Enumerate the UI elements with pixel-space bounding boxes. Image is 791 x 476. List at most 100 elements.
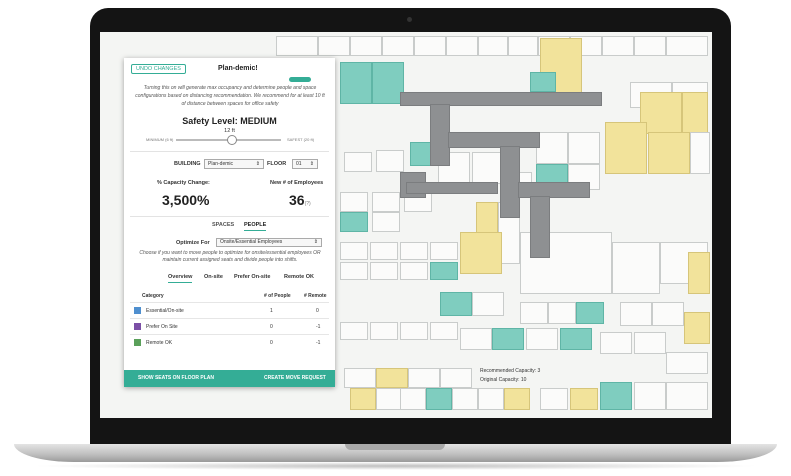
new-employees-count: 36(?)	[289, 192, 311, 208]
floor-plan-room[interactable]	[478, 388, 504, 410]
floor-plan-room[interactable]	[536, 132, 568, 164]
floor-plan-corridor	[448, 132, 540, 148]
floor-plan-room[interactable]	[526, 328, 558, 350]
table-row[interactable]: Prefer On Site 0 -1	[130, 318, 329, 335]
floor-plan-room[interactable]	[408, 368, 440, 388]
distance-slider-handle[interactable]	[227, 135, 237, 145]
floor-plan-room[interactable]	[634, 382, 666, 410]
floor-plan-room[interactable]	[340, 212, 368, 232]
floor-plan-room[interactable]	[690, 132, 710, 174]
floor-plan-room[interactable]	[400, 262, 428, 280]
floor-plan-room[interactable]	[570, 388, 598, 410]
floor-plan-room[interactable]	[605, 122, 647, 174]
floor-plan-room[interactable]	[666, 352, 708, 374]
floor-plan-room[interactable]	[318, 36, 350, 56]
floor-plan-room[interactable]	[682, 92, 708, 134]
floor-plan-room[interactable]	[520, 302, 548, 324]
undo-changes-button[interactable]: UNDO CHANGES	[131, 64, 186, 74]
floor-plan-room[interactable]	[426, 388, 452, 410]
floor-plan-room[interactable]	[478, 36, 508, 56]
floor-plan-room[interactable]	[560, 328, 592, 350]
floor-plan-room[interactable]	[370, 262, 398, 280]
floor-plan-room[interactable]	[634, 36, 666, 56]
plandemic-toggle[interactable]	[289, 77, 311, 82]
floor-plan-room[interactable]	[666, 382, 708, 410]
floor-plan-room[interactable]	[652, 302, 684, 326]
floor-plan-room[interactable]	[540, 388, 568, 410]
floor-plan-room[interactable]	[400, 242, 428, 260]
table-row[interactable]: Essential/On-site 1 0	[130, 302, 329, 319]
floor-plan-room[interactable]	[460, 328, 492, 350]
floor-plan-room[interactable]	[430, 242, 458, 260]
floor-plan-room[interactable]	[376, 388, 402, 410]
floor-plan-room[interactable]	[666, 36, 708, 56]
floor-plan-room[interactable]	[508, 36, 538, 56]
floor-plan-room[interactable]	[376, 368, 408, 388]
floor-plan-room[interactable]	[504, 388, 530, 410]
floor-plan-room[interactable]	[620, 302, 652, 326]
floor-plan-room[interactable]	[340, 322, 368, 340]
floor-plan-room[interactable]	[576, 302, 604, 324]
floor-plan-room[interactable]	[460, 232, 502, 274]
floor-plan-room[interactable]	[376, 150, 404, 172]
floor-plan-room[interactable]	[340, 62, 372, 104]
floor-plan-room[interactable]	[414, 36, 446, 56]
floor-plan-room[interactable]	[446, 36, 478, 56]
floor-plan-room[interactable]	[344, 368, 376, 388]
floor-plan-room[interactable]	[600, 382, 632, 410]
floor-plan-room[interactable]	[382, 36, 414, 56]
optimize-for-select[interactable]: Onsite/Essential Employees ⇕	[216, 238, 322, 247]
floor-plan-room[interactable]	[340, 262, 368, 280]
floor-select[interactable]: 01 ⇕	[292, 159, 318, 169]
floor-plan-room[interactable]	[492, 328, 524, 350]
building-select-value: Plan-demic	[208, 161, 234, 167]
floor-plan-room[interactable]	[344, 152, 372, 172]
floor-plan-room[interactable]	[350, 36, 382, 56]
floor-plan-room[interactable]	[688, 252, 710, 294]
floor-plan-room[interactable]	[600, 332, 632, 354]
tab-people[interactable]: PEOPLE	[244, 222, 267, 231]
floor-plan-room[interactable]	[350, 388, 376, 410]
floor-plan-room[interactable]	[430, 322, 458, 340]
floor-plan-room[interactable]	[440, 292, 472, 316]
floor-plan-room[interactable]	[634, 332, 666, 354]
floor-plan-room[interactable]	[372, 212, 400, 232]
floor-plan-room[interactable]	[340, 242, 368, 260]
floor-plan-corridor	[430, 104, 450, 166]
floor-plan-room[interactable]	[400, 388, 426, 410]
table-row[interactable]: Remote OK 0 -1	[130, 334, 329, 351]
floor-plan-room[interactable]	[612, 242, 660, 294]
floor-plan-room[interactable]	[568, 132, 600, 164]
floor-plan-room[interactable]	[648, 132, 690, 174]
floor-plan-room[interactable]	[400, 322, 428, 340]
floor-plan-room[interactable]	[684, 312, 710, 344]
optimize-for-value: Onsite/Essential Employees	[220, 239, 283, 245]
building-select[interactable]: Plan-demic ⇕	[204, 159, 264, 169]
subtab-overview[interactable]: Overview	[168, 274, 193, 283]
floor-plan-room[interactable]	[370, 322, 398, 340]
show-seats-button[interactable]: SHOW SEATS ON FLOOR PLAN	[138, 375, 214, 381]
optimize-for-label: Optimize For	[176, 240, 210, 246]
floor-plan-room[interactable]	[440, 368, 472, 388]
floor-plan-room[interactable]	[276, 36, 318, 56]
category-color-swatch	[134, 307, 141, 314]
floor-plan-room[interactable]	[370, 242, 398, 260]
new-employees-suffix: (?)	[304, 201, 311, 207]
floor-plan-room[interactable]	[430, 262, 458, 280]
floor-plan-room[interactable]	[372, 192, 400, 212]
tab-spaces[interactable]: SPACES	[212, 222, 234, 230]
optimize-description: Choose if you want to move people to opt…	[139, 250, 321, 263]
create-move-request-button[interactable]: CREATE MOVE REQUEST	[264, 375, 326, 381]
floor-plan-room[interactable]	[530, 72, 556, 92]
floor-plan-room[interactable]	[452, 388, 478, 410]
subtab-on-site[interactable]: On-site	[204, 274, 223, 282]
floor-label: FLOOR	[267, 161, 287, 167]
subtab-prefer-on-site[interactable]: Prefer On-site	[234, 274, 270, 282]
recommended-capacity: Recommended Capacity: 3	[480, 368, 541, 374]
floor-plan-room[interactable]	[340, 192, 368, 212]
floor-plan-corridor	[518, 182, 590, 198]
subtab-remote-ok[interactable]: Remote OK	[284, 274, 314, 282]
floor-plan-room[interactable]	[548, 302, 576, 324]
floor-plan-room[interactable]	[472, 292, 504, 316]
floor-plan-room[interactable]	[602, 36, 634, 56]
